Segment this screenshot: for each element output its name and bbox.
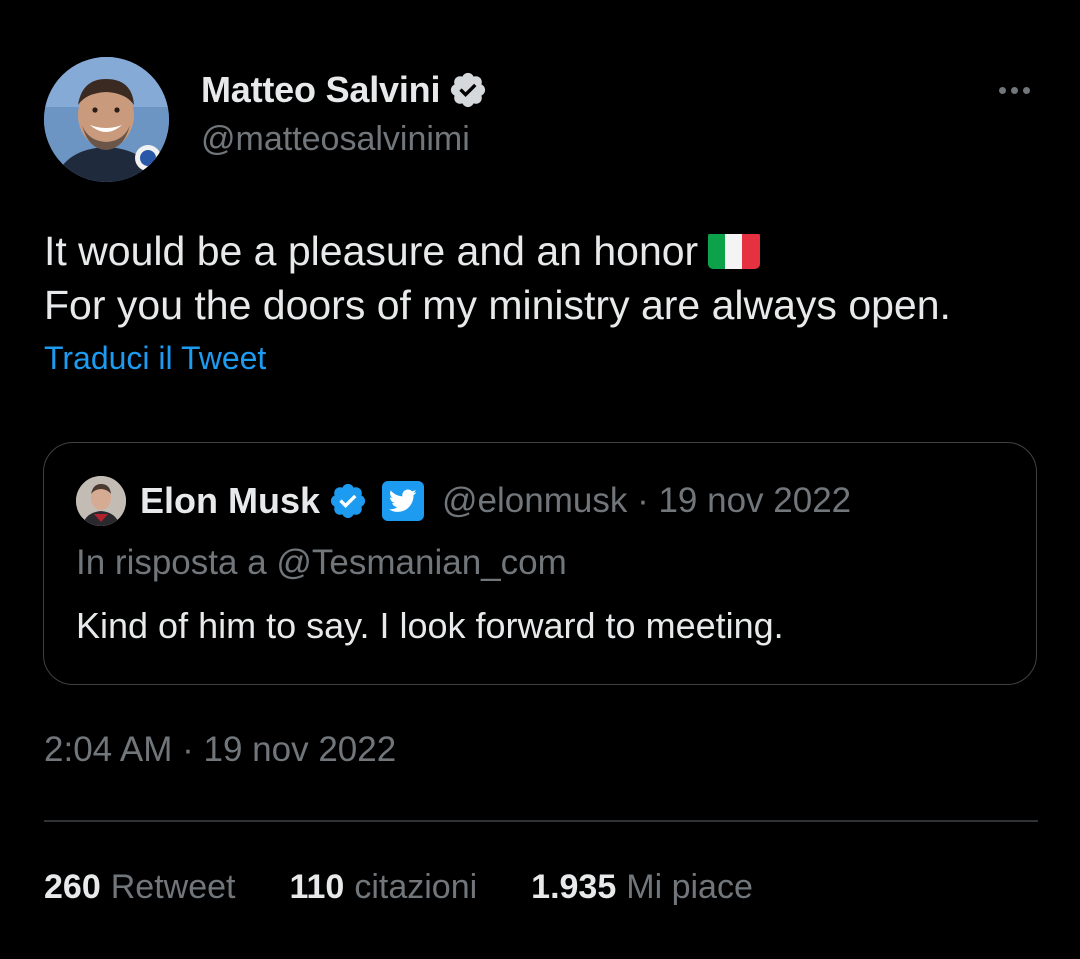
likes-stat[interactable]: 1.935 Mi piace [531, 868, 753, 907]
quotes-count: 110 [289, 868, 345, 906]
tweet-text-line: It would be a pleasure and an honor [44, 224, 1054, 278]
italy-flag-icon [708, 231, 761, 269]
quoted-tweet-text: Kind of him to say. I look forward to me… [76, 605, 784, 646]
reply-prefix: In risposta a [76, 543, 267, 582]
tweet-text-line-1: It would be a pleasure and an honor [44, 228, 699, 274]
author-name-row: Matteo Salvini [201, 68, 488, 112]
quotes-stat[interactable]: 110 citazioni [289, 868, 477, 907]
more-dot [1022, 86, 1030, 94]
quoted-tweet-card[interactable]: Elon Musk @elonmusk · 19 nov 2022 In ris… [43, 442, 1037, 685]
retweets-stat[interactable]: 260 Retweet [44, 868, 235, 907]
quotes-label: citazioni [354, 868, 478, 906]
more-options-button[interactable] [990, 72, 1038, 108]
quoted-handle-date[interactable]: @elonmusk · 19 nov 2022 [442, 481, 851, 521]
tweet-stats: 260 Retweet 110 citazioni 1.935 Mi piace [44, 868, 807, 907]
author-handle[interactable]: @matteosalvinimi [201, 120, 470, 159]
tweet-timestamp[interactable]: 2:04 AM · 19 nov 2022 [44, 730, 396, 770]
more-dot [1010, 86, 1018, 94]
quoted-reply-context: In risposta a @Tesmanian_com [76, 543, 567, 583]
likes-label: Mi piace [626, 868, 753, 906]
avatar-photo-icon [44, 57, 169, 182]
avatar-photo-icon [76, 476, 126, 526]
quoted-tweet-header: Elon Musk @elonmusk · 19 nov 2022 [76, 476, 851, 526]
more-options-icon [998, 86, 1006, 94]
tweet-text: It would be a pleasure and an honor For … [44, 224, 1054, 332]
translate-tweet-link[interactable]: Traduci il Tweet [44, 340, 266, 377]
tweet-text-line-2: For you the doors of my ministry are alw… [44, 282, 951, 328]
twitter-affiliate-badge [382, 481, 425, 521]
quoted-author-name[interactable]: Elon Musk [140, 480, 320, 522]
verified-badge-icon [451, 72, 486, 108]
retweets-count: 260 [44, 868, 101, 906]
retweets-label: Retweet [110, 868, 236, 906]
likes-count: 1.935 [531, 868, 617, 906]
reply-mention-link[interactable]: @Tesmanian_com [276, 543, 566, 582]
twitter-bird-icon [389, 489, 417, 512]
quoted-author-avatar[interactable] [76, 476, 126, 526]
verified-badge-icon [330, 483, 366, 519]
author-avatar[interactable] [44, 57, 169, 182]
tweet-detail: Matteo Salvini @matteosalvinimi It would… [0, 0, 1080, 959]
divider [44, 820, 1038, 822]
author-name[interactable]: Matteo Salvini [201, 69, 440, 111]
